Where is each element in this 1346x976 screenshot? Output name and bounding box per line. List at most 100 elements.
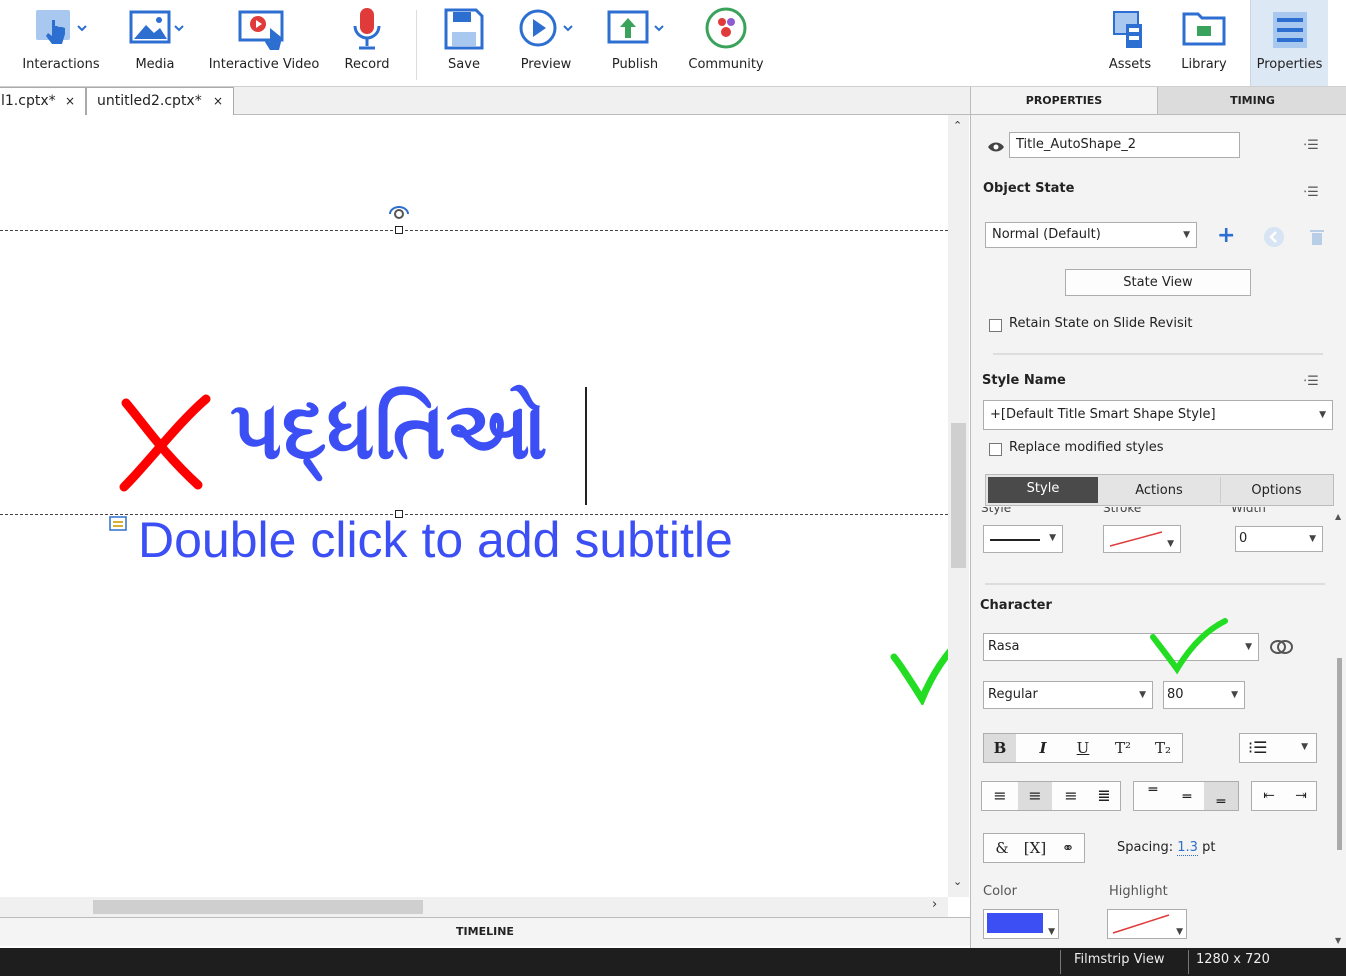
timeline-panel-header[interactable]: TIMELINE: [0, 917, 970, 946]
align-bottom-icon[interactable]: ═: [1204, 782, 1238, 810]
properties-button[interactable]: Properties: [1250, 0, 1328, 86]
timeline-label: TIMELINE: [456, 925, 514, 938]
object-state-menu-icon[interactable]: ⋅☰: [1303, 185, 1319, 200]
add-state-icon[interactable]: +: [1217, 223, 1235, 248]
superscript-button[interactable]: T²: [1104, 734, 1142, 762]
style-name-menu-icon[interactable]: ⋅☰: [1303, 374, 1319, 389]
spacing-value[interactable]: 1.3: [1177, 840, 1198, 856]
chevron-down-icon: ▼: [1231, 690, 1238, 700]
stroke-color-select[interactable]: ▼: [1103, 525, 1181, 553]
close-tab-icon[interactable]: ×: [213, 88, 223, 114]
replace-styles-checkbox[interactable]: [989, 443, 1002, 456]
save-button[interactable]: Save: [436, 0, 492, 86]
slide-canvas[interactable]: પદ્ધતિઓ Double click to add subtitle: [0, 115, 948, 897]
italic-button[interactable]: I: [1024, 734, 1062, 762]
font-color-select[interactable]: ▼: [983, 909, 1059, 939]
scroll-right-icon[interactable]: ›: [932, 897, 937, 912]
style-name-select[interactable]: +[Default Title Smart Shape Style] ▼: [983, 400, 1333, 430]
align-center-icon[interactable]: ≡: [1018, 782, 1052, 810]
panel-scroll-up-icon[interactable]: ▲: [1335, 512, 1341, 521]
insert-variable-icon[interactable]: [X]: [1018, 834, 1052, 862]
panel-scroll-thumb[interactable]: [1337, 658, 1342, 850]
stroke-width-value: 0: [1239, 531, 1248, 546]
document-tab-1[interactable]: l1.cptx* ×: [0, 87, 86, 115]
spacing-row: Spacing: 1.3 pt: [1117, 840, 1216, 856]
bold-button[interactable]: B: [984, 734, 1016, 762]
creative-cloud-fonts-icon[interactable]: [1269, 638, 1295, 656]
subtitle-placeholder[interactable]: Double click to add subtitle: [138, 510, 733, 570]
interactions-label: Interactions: [22, 57, 100, 72]
bullet-list-icon: ⁝☰: [1248, 738, 1268, 757]
document-tab-2[interactable]: untitled2.cptx* ×: [86, 87, 234, 115]
font-size-field[interactable]: 80 ▼: [1163, 681, 1245, 709]
publish-button[interactable]: Publish: [600, 0, 670, 86]
horizontal-scroll-thumb[interactable]: [93, 900, 423, 914]
interactive-video-button[interactable]: Interactive Video: [204, 0, 324, 86]
scroll-down-icon[interactable]: ⌄: [953, 875, 962, 888]
object-name-field[interactable]: Title_AutoShape_2: [1009, 132, 1240, 158]
insert-hyperlink-icon[interactable]: ⚭: [1052, 834, 1084, 862]
replace-styles-label: Replace modified styles: [1009, 440, 1164, 455]
highlight-color-select[interactable]: ▼: [1107, 909, 1187, 939]
community-label: Community: [688, 57, 764, 72]
resize-handle-top[interactable]: [395, 226, 403, 234]
tab-timing[interactable]: TIMING: [1158, 87, 1346, 115]
align-middle-icon[interactable]: ═: [1170, 782, 1204, 810]
document-tab-label: l1.cptx*: [1, 93, 56, 109]
record-button[interactable]: Record: [336, 0, 398, 86]
preview-button[interactable]: Preview: [510, 0, 582, 86]
tab-properties[interactable]: PROPERTIES: [971, 87, 1158, 115]
align-left-icon[interactable]: ≡: [984, 782, 1016, 810]
reset-state-icon[interactable]: [1263, 226, 1285, 248]
object-state-select[interactable]: Normal (Default) ▼: [985, 222, 1197, 248]
subscript-button[interactable]: T₂: [1144, 734, 1182, 762]
rotate-handle-icon[interactable]: [386, 202, 412, 224]
media-button[interactable]: Media: [120, 0, 190, 86]
interactive-video-icon: [238, 10, 284, 50]
stroke-style-select[interactable]: ▼: [983, 525, 1063, 553]
subtab-options[interactable]: Options: [1220, 477, 1332, 503]
stroke-width-field[interactable]: 0 ▼: [1235, 526, 1323, 552]
vertical-scrollbar[interactable]: ⌃ ⌄: [948, 115, 969, 897]
slide-title-text[interactable]: પદ્ધતિઓ: [230, 383, 548, 479]
list-style-select[interactable]: ⁝☰ ▼: [1239, 733, 1317, 763]
outdent-icon[interactable]: ⇤: [1254, 782, 1284, 810]
underline-button[interactable]: U: [1064, 734, 1102, 762]
insert-symbol-icon[interactable]: &: [986, 834, 1018, 862]
horizontal-scrollbar[interactable]: ›: [0, 897, 948, 917]
font-style-select[interactable]: Regular ▼: [983, 681, 1153, 709]
community-button[interactable]: Community: [684, 0, 768, 86]
stroke-style-preview: [990, 539, 1040, 541]
spacing-unit: pt: [1202, 840, 1216, 855]
interactions-button[interactable]: Interactions: [14, 0, 108, 86]
text-caption-icon: [109, 516, 127, 531]
assets-button[interactable]: Assets: [1100, 0, 1160, 86]
main-toolbar: Interactions Media Interactive Video Rec…: [0, 0, 1346, 87]
no-color-swatch-icon: [1109, 531, 1163, 547]
font-size-value: 80: [1167, 687, 1184, 702]
panel-scrollbar[interactable]: ▲ ▼: [1335, 512, 1345, 948]
chevron-down-icon: ▼: [1183, 230, 1190, 240]
align-right-icon[interactable]: ≡: [1054, 782, 1088, 810]
visibility-eye-icon[interactable]: [987, 141, 1005, 153]
subtab-actions[interactable]: Actions: [1102, 477, 1216, 503]
filmstrip-view-toggle[interactable]: Filmstrip View: [1074, 952, 1164, 967]
justify-icon[interactable]: ≣: [1088, 782, 1120, 810]
vertical-scroll-thumb[interactable]: [951, 423, 966, 568]
properties-label: Properties: [1256, 57, 1323, 72]
indent-group: ⇤ ⇥: [1251, 781, 1317, 811]
panel-menu-icon[interactable]: ⋅☰: [1303, 138, 1319, 153]
subtab-style[interactable]: Style: [988, 477, 1098, 503]
subtab-bar: Style Actions Options: [985, 474, 1334, 506]
indent-icon[interactable]: ⇥: [1286, 782, 1316, 810]
close-tab-icon[interactable]: ×: [65, 88, 75, 114]
highlight-label: Highlight: [1109, 884, 1168, 899]
state-view-button[interactable]: State View: [1065, 269, 1251, 296]
align-top-icon[interactable]: ═: [1136, 782, 1170, 810]
scroll-up-icon[interactable]: ⌃: [953, 119, 962, 132]
retain-state-checkbox[interactable]: [989, 319, 1002, 332]
panel-scroll-down-icon[interactable]: ▼: [1335, 936, 1341, 945]
library-button[interactable]: Library: [1172, 0, 1236, 86]
style-label: Style: [981, 507, 1012, 515]
delete-state-icon[interactable]: [1309, 228, 1325, 246]
